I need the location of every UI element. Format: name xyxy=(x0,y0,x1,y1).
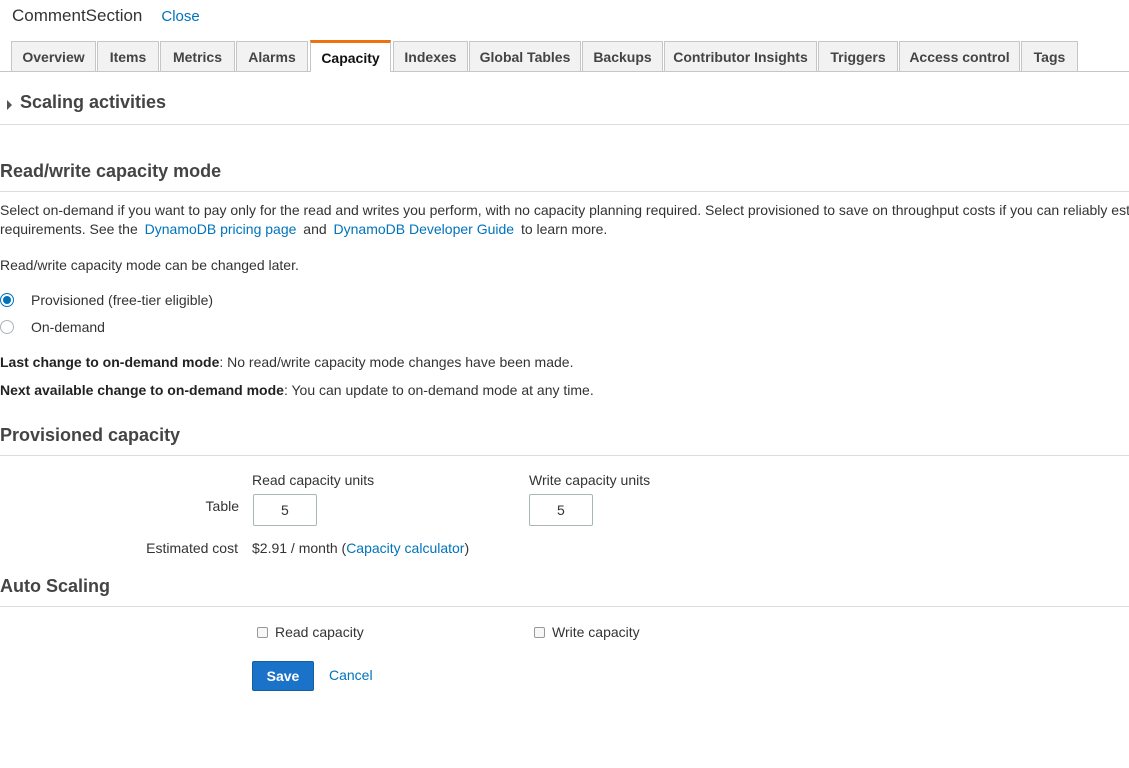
page-header: CommentSection Close xyxy=(12,6,200,26)
on-demand-label: On-demand xyxy=(31,319,105,335)
read-capacity-units-header: Read capacity units xyxy=(252,472,375,488)
write-capacity-label: Write capacity xyxy=(552,624,640,640)
description-line-2: requirements. See the DynamoDB pricing p… xyxy=(0,220,1129,239)
tab-items[interactable]: Items xyxy=(97,41,159,71)
tab-backups[interactable]: Backups xyxy=(582,41,663,71)
tab-metrics[interactable]: Metrics xyxy=(160,41,235,71)
save-button[interactable]: Save xyxy=(252,661,314,691)
cancel-link[interactable]: Cancel xyxy=(329,667,373,683)
caret-right-icon xyxy=(7,100,12,110)
tab-indexes[interactable]: Indexes xyxy=(393,41,468,71)
pricing-page-link[interactable]: DynamoDB pricing page xyxy=(145,221,297,237)
provisioned-capacity-heading: Provisioned capacity xyxy=(0,425,1129,456)
auto-scaling-heading: Auto Scaling xyxy=(0,576,1129,607)
write-capacity-autoscale-option[interactable]: Write capacity xyxy=(534,624,640,640)
tab-alarms[interactable]: Alarms xyxy=(236,41,308,71)
and-text: and xyxy=(303,221,327,237)
last-change-text: : No read/write capacity mode changes ha… xyxy=(219,354,574,370)
close-link[interactable]: Close xyxy=(161,8,199,25)
description-line-1: Select on-demand if you want to pay only… xyxy=(0,202,1129,218)
tab-bar: Overview Items Metrics Alarms Capacity I… xyxy=(0,40,1129,72)
read-capacity-label: Read capacity xyxy=(275,624,364,640)
cost-value: $2.91 / month xyxy=(252,540,338,556)
read-capacity-input[interactable] xyxy=(253,494,317,526)
tab-overview[interactable]: Overview xyxy=(11,41,96,71)
write-capacity-checkbox[interactable] xyxy=(534,626,545,638)
description-prefix: requirements. See the xyxy=(0,221,138,237)
capacity-mode-description: Select on-demand if you want to pay only… xyxy=(0,201,1129,239)
next-change-label: Next available change to on-demand mode xyxy=(0,382,284,398)
next-change-info: Next available change to on-demand mode:… xyxy=(0,382,594,398)
table-name-title: CommentSection xyxy=(12,6,143,25)
estimated-cost: $2.91 / month (Capacity calculator) xyxy=(252,540,469,556)
last-change-info: Last change to on-demand mode: No read/w… xyxy=(0,354,573,370)
next-change-text: : You can update to on-demand mode at an… xyxy=(283,382,594,398)
mode-change-note: Read/write capacity mode can be changed … xyxy=(0,257,299,273)
tab-contributor-insights[interactable]: Contributor Insights xyxy=(664,41,817,71)
on-demand-radio-option[interactable]: On-demand xyxy=(0,317,105,337)
scaling-activities-toggle[interactable]: Scaling activities xyxy=(0,92,1129,125)
on-demand-radio[interactable] xyxy=(0,320,14,334)
paren-close: ) xyxy=(464,540,470,556)
write-capacity-units-header: Write capacity units xyxy=(529,472,651,488)
provisioned-radio[interactable] xyxy=(0,293,14,307)
tab-tags[interactable]: Tags xyxy=(1021,41,1078,71)
read-capacity-checkbox[interactable] xyxy=(257,626,268,638)
provisioned-radio-option[interactable]: Provisioned (free-tier eligible) xyxy=(0,290,213,310)
tab-access-control[interactable]: Access control xyxy=(899,41,1020,71)
scaling-activities-label: Scaling activities xyxy=(20,92,167,112)
tab-global-tables[interactable]: Global Tables xyxy=(469,41,581,71)
provisioned-label: Provisioned (free-tier eligible) xyxy=(31,292,214,308)
tab-triggers[interactable]: Triggers xyxy=(818,41,898,71)
capacity-calculator-link[interactable]: Capacity calculator xyxy=(346,540,464,556)
tab-capacity[interactable]: Capacity xyxy=(310,40,391,72)
table-row-label: Table xyxy=(205,498,239,514)
read-capacity-autoscale-option[interactable]: Read capacity xyxy=(257,624,364,640)
estimated-cost-label: Estimated cost xyxy=(146,540,238,556)
description-suffix: to learn more. xyxy=(520,221,608,237)
developer-guide-link[interactable]: DynamoDB Developer Guide xyxy=(334,221,515,237)
capacity-mode-heading: Read/write capacity mode xyxy=(0,161,1129,192)
write-capacity-input[interactable] xyxy=(529,494,593,526)
last-change-label: Last change to on-demand mode xyxy=(0,354,220,370)
